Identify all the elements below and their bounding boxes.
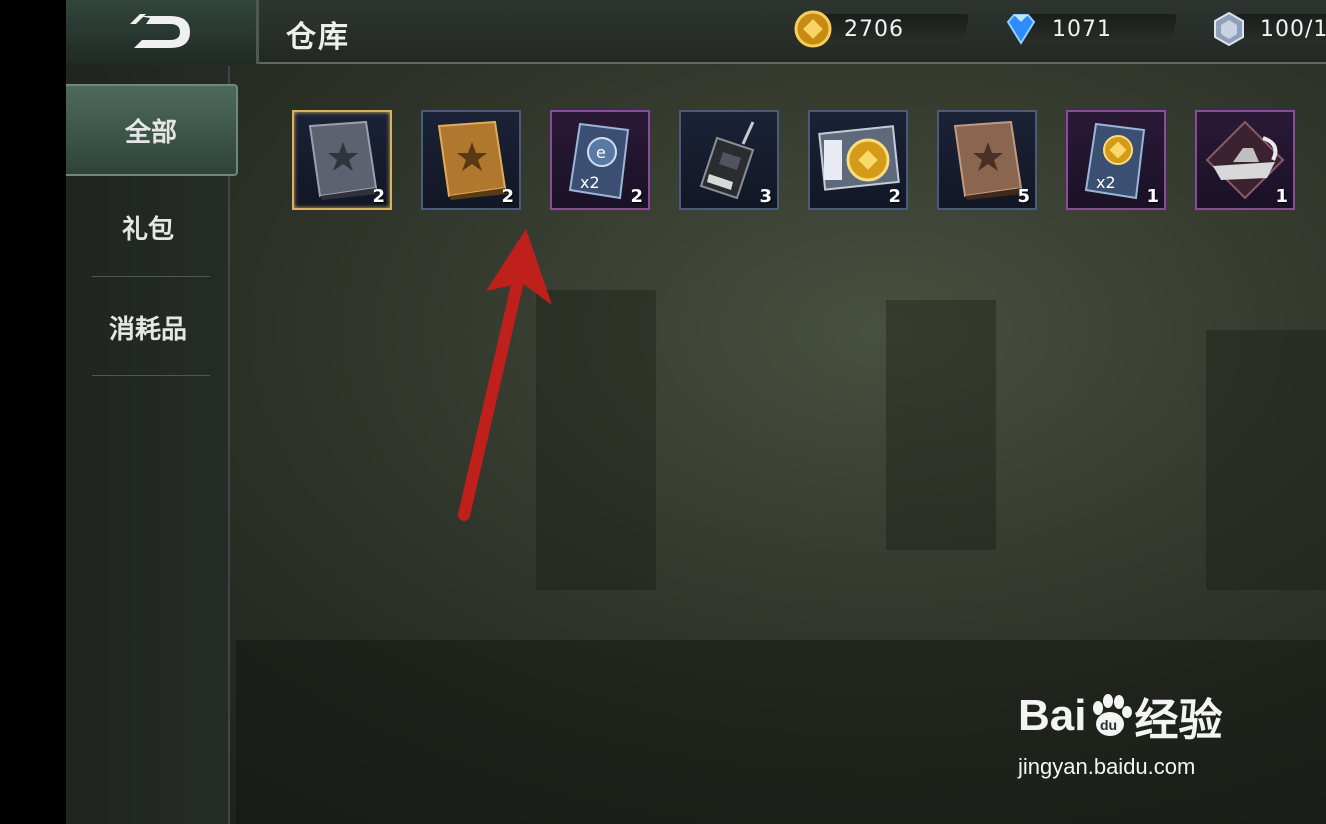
baidu-watermark: Bai du 经验 jingyan.baidu.com [1018,684,1222,780]
item-count: 2 [501,186,514,207]
silver-book-icon [308,120,378,200]
item-count: 3 [759,186,772,207]
divider [92,375,210,376]
item-count: 1 [1146,186,1159,207]
bronze-book-icon [953,120,1023,200]
item-count: 2 [888,186,901,207]
tab-label: 消耗品 [108,314,187,345]
svg-text:e: e [596,143,606,162]
bg-ruin [1206,330,1326,590]
item-count: 2 [372,186,385,207]
divider [256,0,259,64]
diamond-value: 1071 [1052,16,1112,42]
annotation-arrow [458,229,552,521]
gold-coin-icon [794,10,832,48]
svg-text:x2: x2 [580,173,600,192]
tab-label: 礼包 [121,214,174,245]
item-slot[interactable]: x2 1 [1066,110,1166,210]
category-sidebar: 全部 礼包 消耗品 [66,66,238,824]
item-slot[interactable]: e x2 2 [550,110,650,210]
watermark-brand-left: Bai [1018,691,1087,740]
item-count: 1 [1275,186,1288,207]
back-button[interactable] [66,0,256,64]
walkie-talkie-icon [699,121,755,200]
watermark-brand-mid: du [1100,717,1117,733]
diamond-icon [1006,14,1036,45]
watermark-url: jingyan.baidu.com [1018,754,1196,779]
tab-all[interactable]: 全部 [66,84,238,176]
divider [92,276,210,277]
x2-card-gold-icon: x2 [1084,122,1146,200]
item-count: 2 [630,186,643,207]
warship-emblem-icon [1205,120,1285,200]
bg-ruin [886,300,996,550]
watermark-brand-right: 经验 [1134,696,1223,745]
crystal-value: 100/1 [1260,16,1326,42]
crystal-icon [1214,11,1244,47]
back-arrow-icon [130,14,190,48]
item-slot[interactable]: 2 [421,110,521,210]
top-bar: 仓库 2706 1071 100/1 [66,0,1326,64]
item-count: 5 [1017,186,1030,207]
crystal-resource[interactable]: 100/1 [1210,11,1326,47]
item-grid: 2 2 e x2 2 3 2 5 x2 1 1 [292,110,1295,210]
gold-book-icon [437,120,507,200]
tab-label: 全部 [124,117,177,148]
item-slot[interactable]: 3 [679,110,779,210]
item-slot[interactable]: 1 [1195,110,1295,210]
watermark-brand: Bai du 经验 [1018,684,1222,748]
page-title: 仓库 [286,20,350,55]
diamond-resource[interactable]: 1071 [1002,12,1178,46]
item-slot[interactable]: 2 [808,110,908,210]
item-slot[interactable]: 5 [937,110,1037,210]
svg-text:x2: x2 [1096,173,1116,192]
baidu-paw-icon: du [1093,694,1133,736]
item-slot[interactable]: 2 [292,110,392,210]
gold-resource[interactable]: 2706 [794,10,970,48]
black-letterbox [0,0,66,824]
recruit-coin-ticket-icon [818,125,900,191]
gold-value: 2706 [844,16,904,42]
tab-gift-pack[interactable]: 礼包 [66,182,230,272]
tab-consumables[interactable]: 消耗品 [66,282,230,372]
game-screen: 仓库 2706 1071 100/1 全部 礼包 消耗品 2 2 e x2 2 … [66,0,1326,824]
x2-card-blue-icon: e x2 [568,122,630,200]
